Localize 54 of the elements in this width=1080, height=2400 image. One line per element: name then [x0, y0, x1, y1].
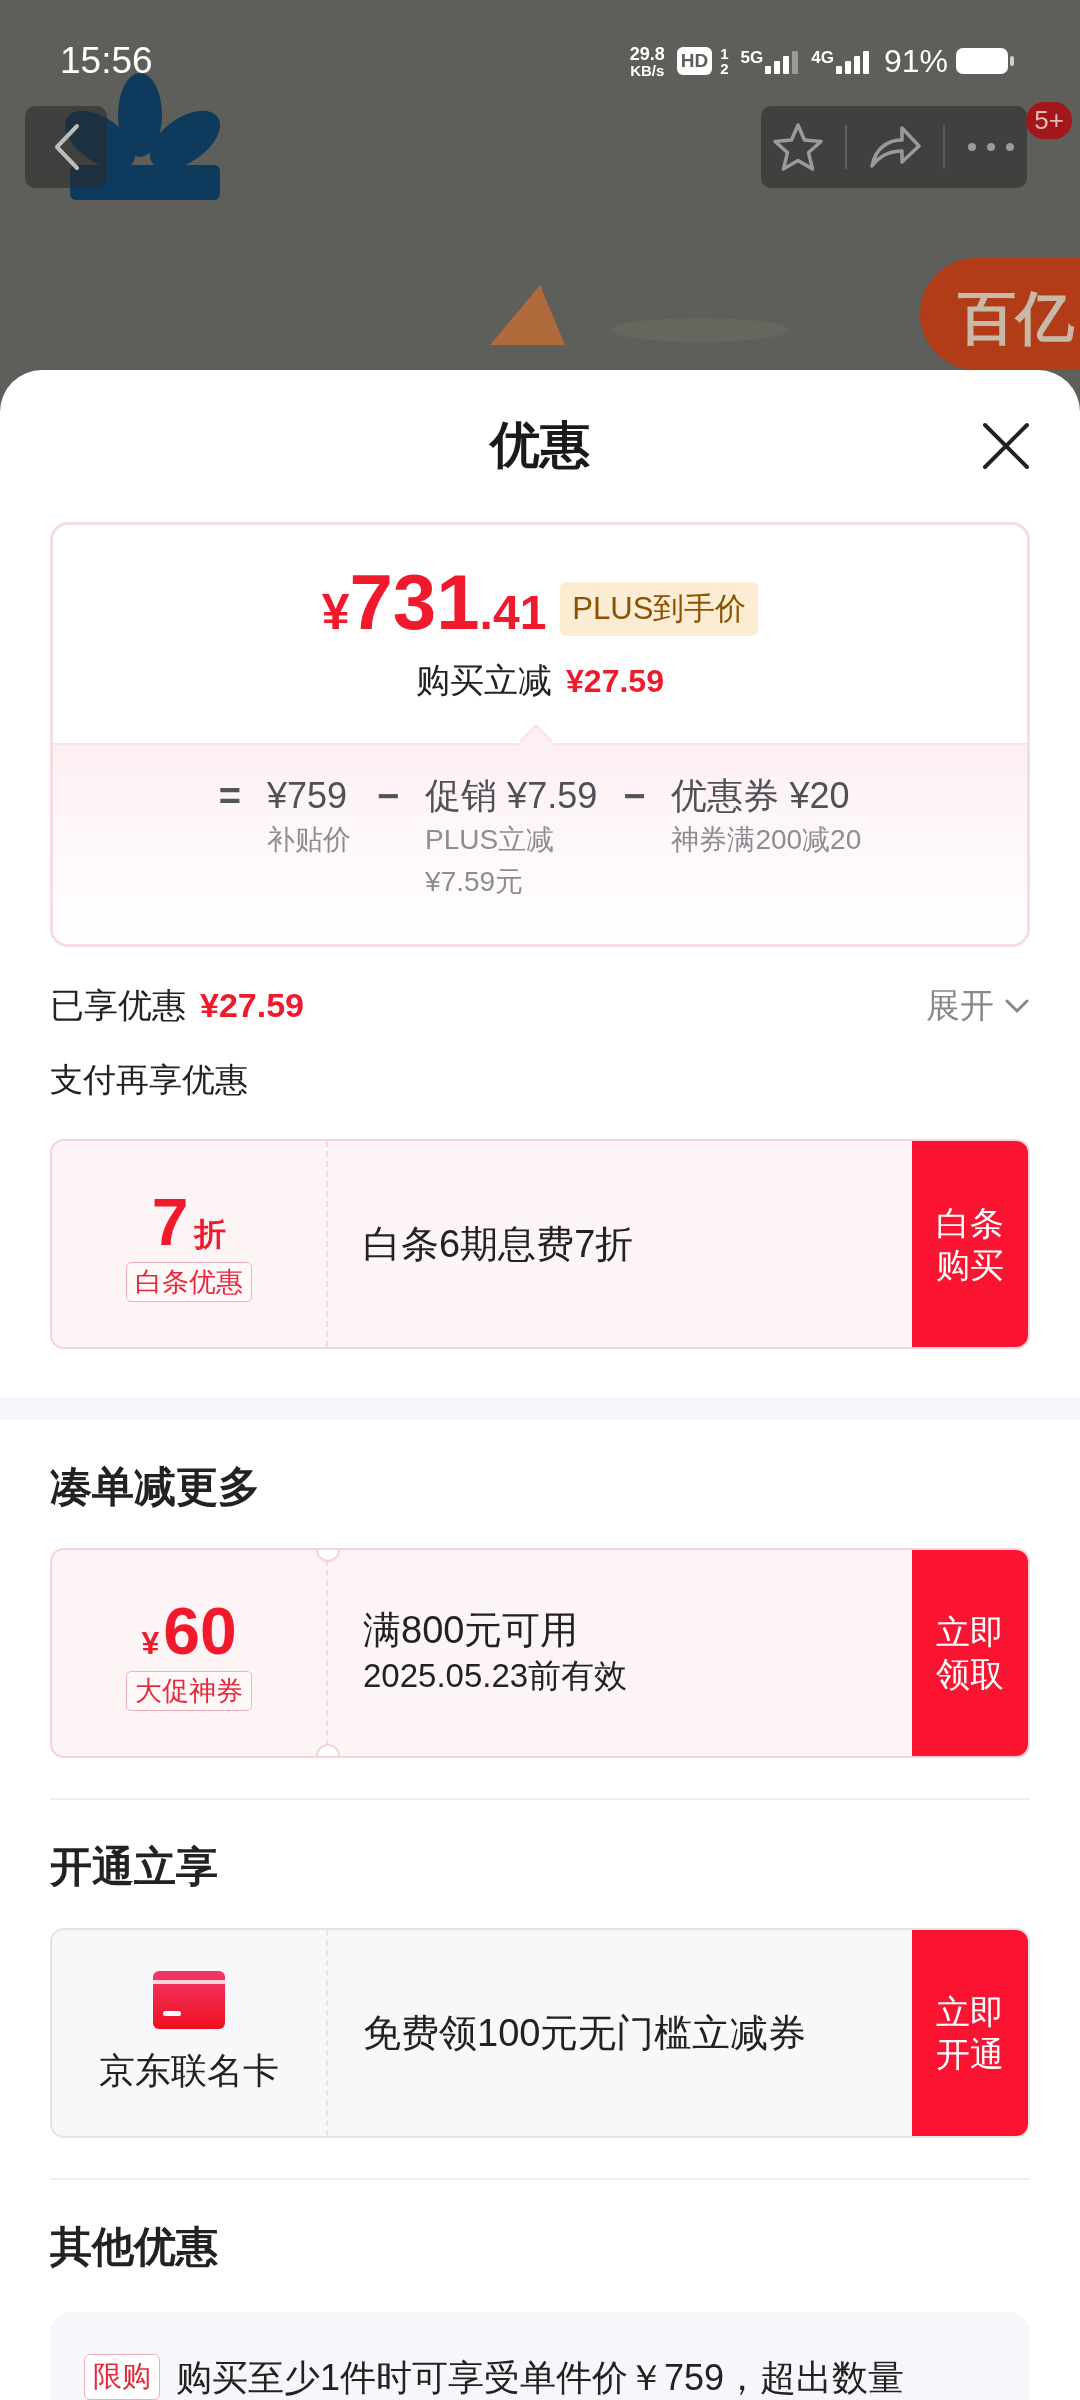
sheet-title: 优惠 — [490, 415, 590, 475]
offer-tag: 白条优惠 — [126, 1262, 252, 1302]
signal-icon — [835, 48, 870, 74]
network-type: 4G — [811, 48, 834, 68]
action-button[interactable]: 立即领取 — [912, 1550, 1028, 1756]
sim-slot-label: 1 2 — [720, 46, 729, 76]
network-type: 5G — [740, 48, 764, 68]
star-icon[interactable] — [771, 122, 824, 172]
offer-text: 白条6期息费7折 — [363, 1222, 635, 1267]
share-icon[interactable] — [867, 124, 922, 170]
credit-card-icon — [153, 1970, 225, 2029]
notice-text: 购买至少1件时可享受单件价￥759，超出数量 — [176, 2356, 905, 2400]
more-icon[interactable] — [966, 141, 1017, 153]
limit-tag: 限购 — [84, 2354, 160, 2400]
expand-toggle[interactable]: 展开 — [926, 983, 1030, 1029]
hd-voice-icon: HD — [676, 47, 713, 75]
offer-text: 免费领100元无门槛立减券 — [363, 2011, 808, 2056]
breakdown-note: PLUS立减 — [425, 823, 556, 857]
offer-text: 满800元可用 — [363, 1608, 580, 1653]
offer-text: 2025.05.23前有效 — [363, 1656, 629, 1696]
operator-sign: − — [623, 774, 646, 819]
breakdown-note: 神券满200减20 — [671, 823, 862, 857]
section-heading: 支付再享优惠 — [50, 1060, 249, 1100]
network-speed: 29.8 KB/s — [629, 44, 665, 78]
saving-amount: ¥27.59 — [566, 663, 664, 700]
close-icon — [982, 422, 1030, 470]
operator-sign: − — [376, 774, 400, 819]
promo-badge[interactable]: 百亿 — [920, 258, 1080, 370]
discount-label: 已享优惠 — [50, 985, 186, 1026]
saving-label: 购买立减 — [416, 660, 553, 701]
battery-percent: 91% — [883, 42, 948, 80]
action-button[interactable]: 白条购买 — [912, 1141, 1028, 1347]
clock-time: 15:56 — [60, 40, 153, 82]
card-name: 京东联名卡 — [99, 2048, 279, 2093]
section-heading: 凑单减更多 — [50, 1462, 261, 1512]
signal-icon — [765, 48, 800, 74]
section-heading: 其他优惠 — [50, 2222, 219, 2272]
breakdown-note: ¥7.59元 — [425, 865, 525, 899]
final-price: ¥731.41 — [321, 557, 547, 648]
coupon-value: ¥60 — [141, 1595, 237, 1667]
breakdown-amount: ¥759 — [266, 774, 348, 818]
discount-amount: ¥27.59 — [200, 986, 304, 1025]
breakdown-note: 补贴价 — [266, 823, 351, 857]
offer-tag: 大促神券 — [126, 1671, 252, 1711]
breakdown-amount: 优惠券 ¥20 — [671, 774, 851, 818]
price-tag: PLUS到手价 — [560, 582, 759, 636]
battery-icon — [956, 46, 1016, 76]
breakdown-amount: 促销 ¥7.59 — [425, 774, 598, 818]
close-button[interactable] — [982, 422, 1030, 470]
section-heading: 开通立享 — [50, 1842, 219, 1892]
discount-value: 7 折 — [151, 1186, 227, 1258]
operator-sign: = — [218, 774, 241, 819]
back-button[interactable] — [25, 106, 107, 188]
action-button[interactable]: 立即开通 — [912, 1930, 1028, 2136]
